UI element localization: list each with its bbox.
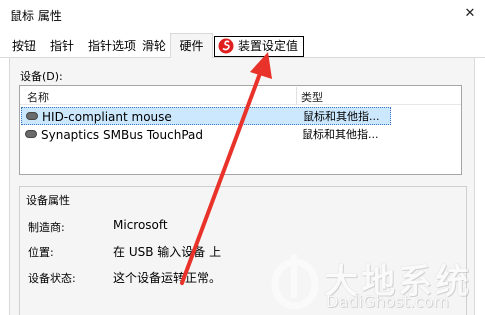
watermark-logo-icon	[271, 254, 319, 310]
watermark: 大地系统 DadiGhost.com	[270, 250, 482, 312]
watermark-subtext: DadiGhost.com	[326, 292, 449, 311]
